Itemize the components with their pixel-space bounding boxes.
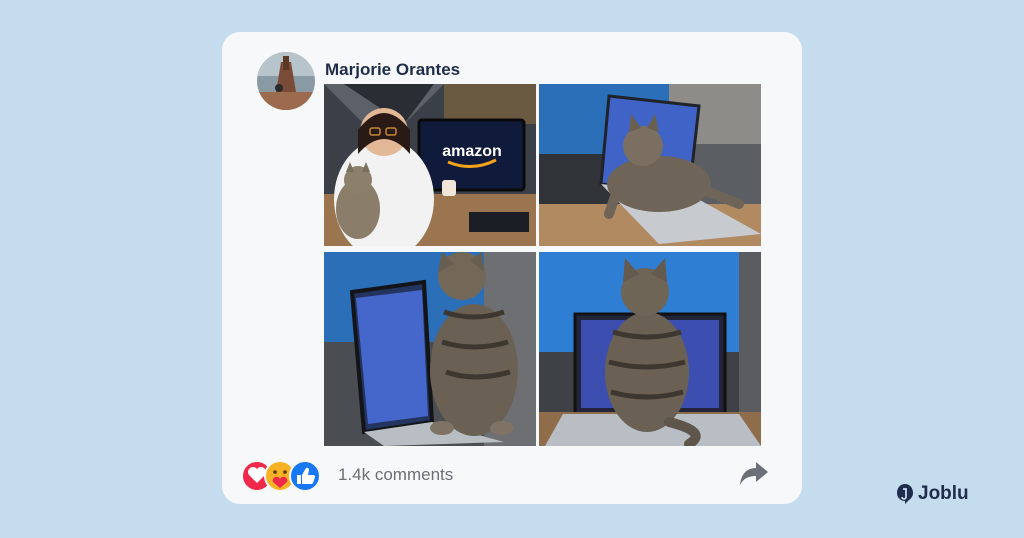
brand-logo: Joblu (896, 482, 969, 506)
like-reaction-icon (289, 460, 321, 492)
photo-cat-on-laptop[interactable] (539, 84, 761, 246)
post-card: Marjorie Orantes amazon 1.4k comments (222, 32, 802, 504)
joblu-logo-icon (897, 484, 913, 504)
photo-woman-with-cat[interactable]: amazon (324, 84, 536, 246)
photo-grid: amazon (324, 84, 761, 446)
reaction-summary[interactable] (239, 458, 329, 494)
share-icon[interactable] (739, 460, 769, 486)
photo-cat-beside-screen[interactable] (324, 252, 536, 446)
monitor-brand-text: amazon (442, 143, 502, 160)
avatar-image (257, 52, 315, 110)
author-name[interactable]: Marjorie Orantes (325, 60, 460, 80)
brand-name: Joblu (918, 483, 969, 504)
photo-cat-back-view[interactable] (539, 252, 761, 446)
comments-count[interactable]: 1.4k comments (338, 465, 453, 485)
author-avatar[interactable] (257, 52, 315, 110)
